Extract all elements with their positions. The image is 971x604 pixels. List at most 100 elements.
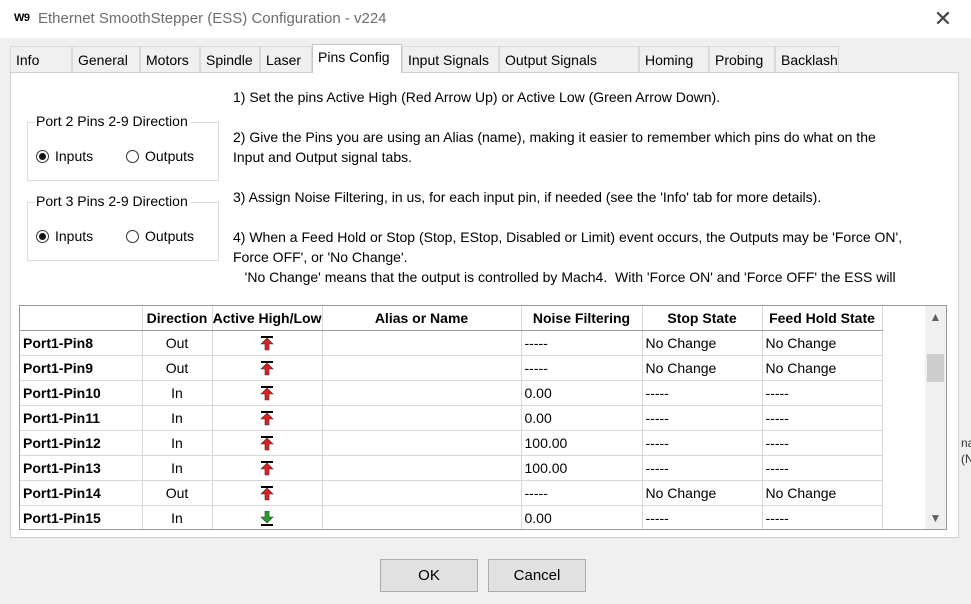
alias-cell[interactable] bbox=[322, 330, 522, 356]
arrow-up-icon bbox=[260, 411, 274, 426]
close-button[interactable]: ✕ bbox=[926, 4, 960, 34]
port2-direction-group: Port 2 Pins 2-9 Direction Inputs Outputs bbox=[27, 113, 219, 181]
alias-cell[interactable] bbox=[322, 455, 522, 481]
table-row: Port1-Pin11 In 0.00 ----- ----- bbox=[20, 405, 883, 431]
port3-group-title: Port 3 Pins 2-9 Direction bbox=[34, 193, 190, 209]
tab-backlash[interactable]: Backlash bbox=[775, 46, 839, 72]
active-level-cell[interactable] bbox=[212, 505, 323, 529]
port2-inputs-label: Inputs bbox=[55, 148, 94, 164]
tab-laser[interactable]: Laser bbox=[260, 46, 312, 72]
port2-outputs-radio[interactable]: Outputs bbox=[126, 148, 194, 164]
noise-filter-cell[interactable]: 100.00 bbox=[521, 455, 643, 481]
header-active: Active High/Low bbox=[212, 306, 323, 331]
stop-state-cell[interactable]: No Change bbox=[642, 330, 763, 356]
active-level-cell[interactable] bbox=[212, 430, 323, 456]
table-row: Port1-Pin15 In 0.00 ----- ----- bbox=[20, 505, 883, 529]
feed-hold-state-cell[interactable]: ----- bbox=[762, 505, 883, 529]
pin-name-cell: Port1-Pin9 bbox=[20, 355, 143, 381]
feed-hold-state-cell[interactable]: No Change bbox=[762, 330, 883, 356]
port3-inputs-radio[interactable]: Inputs bbox=[36, 228, 93, 244]
alias-cell[interactable] bbox=[322, 430, 522, 456]
cancel-button[interactable]: Cancel bbox=[488, 559, 586, 592]
alias-cell[interactable] bbox=[322, 355, 522, 381]
feed-hold-state-cell[interactable]: ----- bbox=[762, 405, 883, 431]
active-level-cell[interactable] bbox=[212, 330, 323, 356]
pins-grid: Direction Active High/Low Alias or Name Noi… bbox=[19, 305, 947, 530]
pin-name-cell: Port1-Pin13 bbox=[20, 455, 143, 481]
tab-homing[interactable]: Homing bbox=[639, 46, 709, 72]
noise-filter-cell[interactable]: ----- bbox=[521, 480, 643, 506]
feed-hold-state-cell[interactable]: No Change bbox=[762, 480, 883, 506]
background-text-1: na bbox=[961, 436, 971, 450]
vertical-scrollbar[interactable]: ▲ ▼ bbox=[925, 306, 946, 529]
direction-cell[interactable]: In bbox=[142, 505, 213, 529]
tab-input-signals[interactable]: Input Signals bbox=[402, 46, 499, 72]
stop-state-cell[interactable]: ----- bbox=[642, 505, 763, 529]
direction-cell[interactable]: In bbox=[142, 430, 213, 456]
header-feed-hold: Feed Hold State bbox=[762, 306, 883, 331]
stop-state-cell[interactable]: ----- bbox=[642, 405, 763, 431]
background-window-text: na (N bbox=[961, 435, 971, 467]
noise-filter-cell[interactable]: 100.00 bbox=[521, 430, 643, 456]
scroll-up-icon[interactable]: ▲ bbox=[925, 308, 946, 326]
feed-hold-state-cell[interactable]: No Change bbox=[762, 355, 883, 381]
port2-inputs-radio[interactable]: Inputs bbox=[36, 148, 93, 164]
noise-filter-cell[interactable]: 0.00 bbox=[521, 505, 643, 529]
ok-button[interactable]: OK bbox=[380, 559, 478, 592]
port2-group-title: Port 2 Pins 2-9 Direction bbox=[34, 113, 190, 129]
direction-cell[interactable]: In bbox=[142, 405, 213, 431]
feed-hold-state-cell[interactable]: ----- bbox=[762, 380, 883, 406]
tab-spindle[interactable]: Spindle bbox=[200, 46, 260, 72]
header-stop: Stop State bbox=[642, 306, 763, 331]
pin-name-cell: Port1-Pin11 bbox=[20, 405, 143, 431]
tab-info[interactable]: Info bbox=[10, 46, 72, 72]
direction-cell[interactable]: Out bbox=[142, 330, 213, 356]
active-level-cell[interactable] bbox=[212, 480, 323, 506]
pin-name-cell: Port1-Pin12 bbox=[20, 430, 143, 456]
active-level-cell[interactable] bbox=[212, 355, 323, 381]
table-row: Port1-Pin10 In 0.00 ----- ----- bbox=[20, 380, 883, 406]
arrow-up-icon bbox=[260, 336, 274, 351]
scroll-thumb[interactable] bbox=[927, 354, 944, 382]
tab-output-signals[interactable]: Output Signals bbox=[499, 46, 639, 72]
table-row: Port1-Pin13 In 100.00 ----- ----- bbox=[20, 455, 883, 481]
title-bar: W9 Ethernet SmoothStepper (ESS) Configur… bbox=[0, 0, 971, 38]
direction-cell[interactable]: Out bbox=[142, 355, 213, 381]
header-noise: Noise Filtering bbox=[521, 306, 643, 331]
scroll-down-icon[interactable]: ▼ bbox=[925, 509, 946, 527]
feed-hold-state-cell[interactable]: ----- bbox=[762, 455, 883, 481]
noise-filter-cell[interactable]: 0.00 bbox=[521, 380, 643, 406]
stop-state-cell[interactable]: ----- bbox=[642, 380, 763, 406]
port3-outputs-radio[interactable]: Outputs bbox=[126, 228, 194, 244]
alias-cell[interactable] bbox=[322, 505, 522, 529]
tab-general[interactable]: General bbox=[72, 46, 140, 72]
alias-cell[interactable] bbox=[322, 380, 522, 406]
table-row: Port1-Pin14 Out ----- No Change No Change bbox=[20, 480, 883, 506]
pins-table: Direction Active High/Low Alias or Name Noi… bbox=[20, 306, 883, 529]
noise-filter-cell[interactable]: ----- bbox=[521, 330, 643, 356]
stop-state-cell[interactable]: ----- bbox=[642, 430, 763, 456]
port2-outputs-label: Outputs bbox=[145, 148, 195, 164]
direction-cell[interactable]: Out bbox=[142, 480, 213, 506]
stop-state-cell[interactable]: No Change bbox=[642, 480, 763, 506]
background-text-2: (N bbox=[961, 452, 971, 466]
header-blank bbox=[20, 306, 143, 331]
active-level-cell[interactable] bbox=[212, 455, 323, 481]
alias-cell[interactable] bbox=[322, 405, 522, 431]
tab-probing[interactable]: Probing bbox=[709, 46, 775, 72]
noise-filter-cell[interactable]: ----- bbox=[521, 355, 643, 381]
tab-pins-config[interactable]: Pins Config bbox=[312, 44, 402, 73]
alias-cell[interactable] bbox=[322, 480, 522, 506]
feed-hold-state-cell[interactable]: ----- bbox=[762, 430, 883, 456]
header-direction: Direction bbox=[142, 306, 213, 331]
direction-cell[interactable]: In bbox=[142, 455, 213, 481]
direction-cell[interactable]: In bbox=[142, 380, 213, 406]
active-level-cell[interactable] bbox=[212, 380, 323, 406]
noise-filter-cell[interactable]: 0.00 bbox=[521, 405, 643, 431]
instruction-2b: Input and Output signal tabs. bbox=[233, 149, 413, 165]
active-level-cell[interactable] bbox=[212, 405, 323, 431]
instruction-4c: 'No Change' means that the output is con… bbox=[233, 269, 896, 285]
tab-motors[interactable]: Motors bbox=[140, 46, 200, 72]
stop-state-cell[interactable]: No Change bbox=[642, 355, 763, 381]
stop-state-cell[interactable]: ----- bbox=[642, 455, 763, 481]
